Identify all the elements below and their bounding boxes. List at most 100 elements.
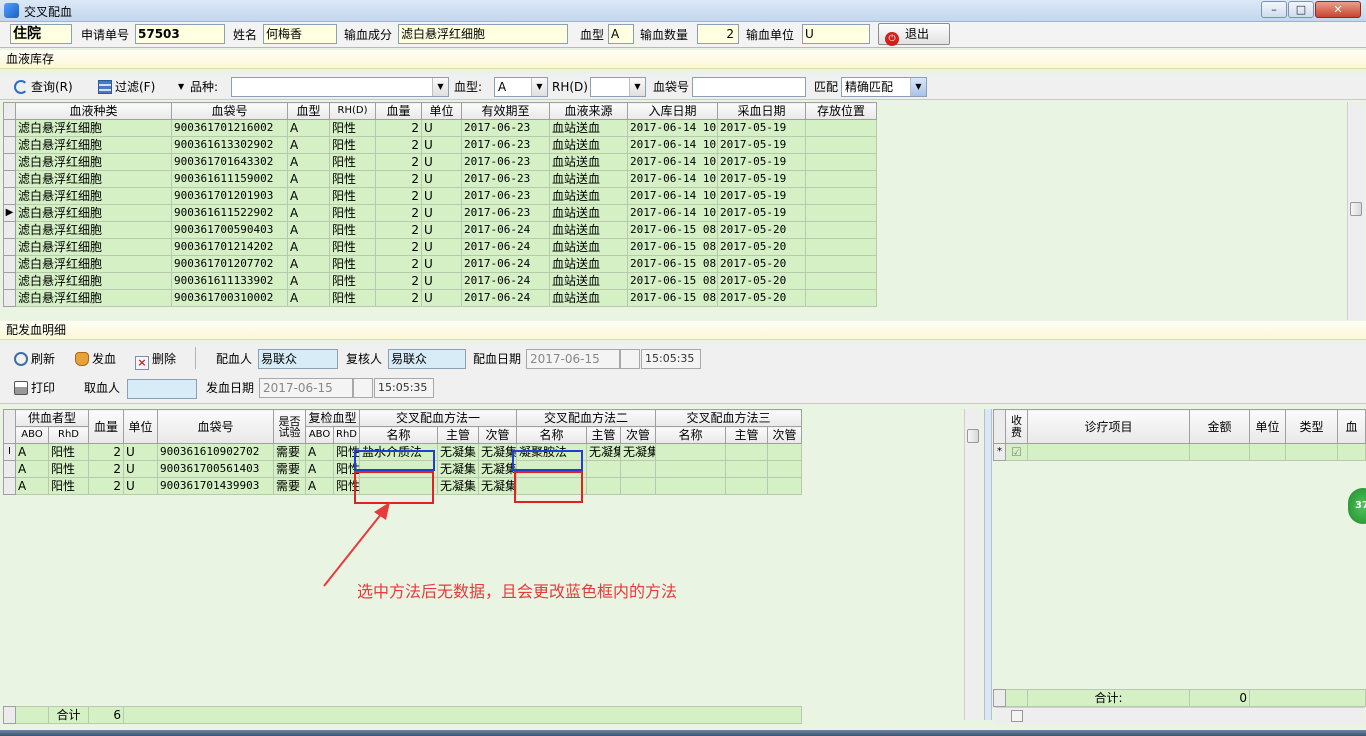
table-cell[interactable]: 滤白悬浮红细胞 — [15, 204, 172, 222]
table-cell[interactable] — [620, 460, 657, 478]
row-selector[interactable] — [3, 272, 16, 290]
bag-no-header[interactable]: 血袋号 — [157, 409, 275, 444]
table-cell[interactable]: 血站送血 — [549, 221, 628, 239]
maximize-button[interactable]: □ — [1288, 1, 1314, 18]
department-field[interactable]: 住院 — [10, 24, 72, 44]
row-selector[interactable]: ▶ — [3, 204, 16, 222]
table-cell[interactable]: A — [15, 460, 49, 478]
row-selector[interactable] — [3, 289, 16, 307]
row-selector[interactable] — [3, 255, 16, 273]
table-cell[interactable]: 2017-06-15 08 — [627, 255, 718, 273]
unit-cell[interactable] — [1249, 443, 1286, 461]
table-row[interactable]: 滤白悬浮红细胞 900361701214202 A 阳性 2 U 2017-06-24 血站送… — [3, 238, 877, 256]
table-cell[interactable]: 血站送血 — [549, 170, 628, 188]
table-cell[interactable]: 2017-06-24 — [461, 221, 550, 239]
table-cell[interactable] — [805, 255, 877, 273]
matcher-field[interactable]: 易联众 — [258, 349, 338, 369]
table-cell[interactable]: A — [287, 272, 330, 290]
table-cell[interactable]: 阳性 — [329, 187, 376, 205]
table-cell[interactable] — [805, 272, 877, 290]
column-header[interactable]: RH(D) — [329, 102, 376, 120]
scroll-thumb[interactable] — [1011, 710, 1023, 722]
column-header[interactable]: 有效期至 — [461, 102, 550, 120]
blood-type-field[interactable]: A — [608, 24, 634, 44]
table-cell[interactable] — [767, 443, 803, 461]
table-cell[interactable]: 2017-06-14 10 — [627, 153, 718, 171]
table-cell[interactable]: U — [421, 255, 462, 273]
table-cell[interactable]: 血站送血 — [549, 238, 628, 256]
table-cell[interactable]: 血站送血 — [549, 119, 628, 137]
row-selector[interactable] — [3, 477, 16, 495]
match-date-field[interactable]: 2017-06-15 — [526, 349, 620, 369]
table-cell[interactable]: 血站送血 — [549, 204, 628, 222]
row-selector[interactable] — [3, 187, 16, 205]
table-row[interactable]: 滤白悬浮红细胞 900361611159002 A 阳性 2 U 2017-06-23 血站送… — [3, 170, 877, 188]
table-cell[interactable]: U — [123, 443, 159, 461]
send-blood-button[interactable]: 发血 — [75, 349, 116, 369]
table-cell[interactable]: 阳性 — [329, 255, 376, 273]
table-cell[interactable]: 需要 — [273, 443, 307, 461]
type-header[interactable]: 类型 — [1285, 409, 1338, 444]
table-cell[interactable]: 900361611133902 — [171, 272, 288, 290]
amount-header[interactable]: 金额 — [1189, 409, 1250, 444]
table-cell[interactable] — [805, 136, 877, 154]
quantity-field[interactable]: 2 — [697, 24, 739, 44]
table-cell[interactable]: 900361610902702 — [157, 443, 275, 461]
delete-button[interactable]: × 删除 — [135, 349, 176, 370]
table-cell[interactable]: 900361700590403 — [171, 221, 288, 239]
table-cell[interactable]: 2 — [375, 204, 422, 222]
item-cell[interactable] — [1027, 443, 1190, 461]
amount-cell[interactable] — [1189, 443, 1250, 461]
table-cell[interactable]: A — [287, 153, 330, 171]
table-cell[interactable]: 滤白悬浮红细胞 — [15, 119, 172, 137]
table-cell[interactable]: 2017-06-23 — [461, 136, 550, 154]
table-cell[interactable]: 2 — [375, 238, 422, 256]
table-cell[interactable]: U — [421, 153, 462, 171]
table-cell[interactable]: 2 — [88, 443, 125, 461]
table-cell[interactable] — [725, 477, 769, 495]
type-cell[interactable] — [1285, 443, 1338, 461]
table-cell[interactable]: 2017-05-19 — [717, 119, 806, 137]
floating-badge[interactable]: 37 — [1348, 488, 1366, 524]
rh-select[interactable]: ▼ — [590, 77, 646, 97]
abo-header[interactable]: ABO — [15, 426, 49, 444]
table-cell[interactable]: A — [15, 443, 49, 461]
minimize-button[interactable]: – — [1261, 1, 1287, 18]
table-cell[interactable]: 2 — [375, 153, 422, 171]
table-cell[interactable] — [805, 119, 877, 137]
unit-field[interactable]: U — [802, 24, 870, 44]
table-cell[interactable]: 血站送血 — [549, 289, 628, 307]
table-cell[interactable]: 900361701214202 — [171, 238, 288, 256]
table-cell[interactable]: 滤白悬浮红细胞 — [15, 272, 172, 290]
table-cell[interactable]: U — [421, 170, 462, 188]
column-header[interactable]: 血液来源 — [549, 102, 628, 120]
table-cell[interactable]: 血站送血 — [549, 255, 628, 273]
blood-cell[interactable] — [1337, 443, 1366, 461]
table-row[interactable]: 滤白悬浮红细胞 900361701207702 A 阳性 2 U 2017-06-24 血站送… — [3, 255, 877, 273]
table-cell[interactable]: A — [287, 204, 330, 222]
inventory-table[interactable]: 血液种类 血袋号 血型 RH(D) 血量 单位 有效期至 血液来源 入库日期 采… — [3, 102, 877, 307]
table-cell[interactable]: 2 — [375, 187, 422, 205]
table-cell[interactable]: 2017-06-14 10 — [627, 170, 718, 188]
table-cell[interactable] — [655, 460, 727, 478]
table-cell[interactable]: 2017-06-23 — [461, 204, 550, 222]
table-cell[interactable] — [805, 289, 877, 307]
table-cell[interactable]: U — [421, 187, 462, 205]
table-cell[interactable]: 2017-05-20 — [717, 255, 806, 273]
toolbar-dropdown-arrow-icon[interactable]: ▼ — [178, 77, 184, 97]
table-cell[interactable]: 2 — [88, 477, 125, 495]
table-cell[interactable]: 2 — [88, 460, 125, 478]
refresh-button[interactable]: 刷新 — [14, 349, 55, 369]
fees-horizontal-scrollbar[interactable] — [995, 707, 1365, 724]
method2-major-header[interactable]: 主管 — [586, 426, 622, 444]
table-cell[interactable]: 无凝集 — [478, 460, 518, 478]
table-cell[interactable]: 2017-06-15 08 — [627, 289, 718, 307]
table-cell[interactable]: 2017-05-19 — [717, 153, 806, 171]
test-required-header[interactable]: 是否试验 — [273, 409, 307, 444]
fee-unit-header[interactable]: 单位 — [1249, 409, 1286, 444]
send-date-dropdown[interactable] — [353, 378, 373, 398]
row-selector[interactable] — [3, 221, 16, 239]
column-header[interactable]: 单位 — [421, 102, 462, 120]
recheck-abo-header[interactable]: ABO — [305, 426, 335, 444]
table-row[interactable]: ▶ 滤白悬浮红细胞 900361611522902 A 阳性 2 U 2017-06-23 血站… — [3, 204, 877, 222]
